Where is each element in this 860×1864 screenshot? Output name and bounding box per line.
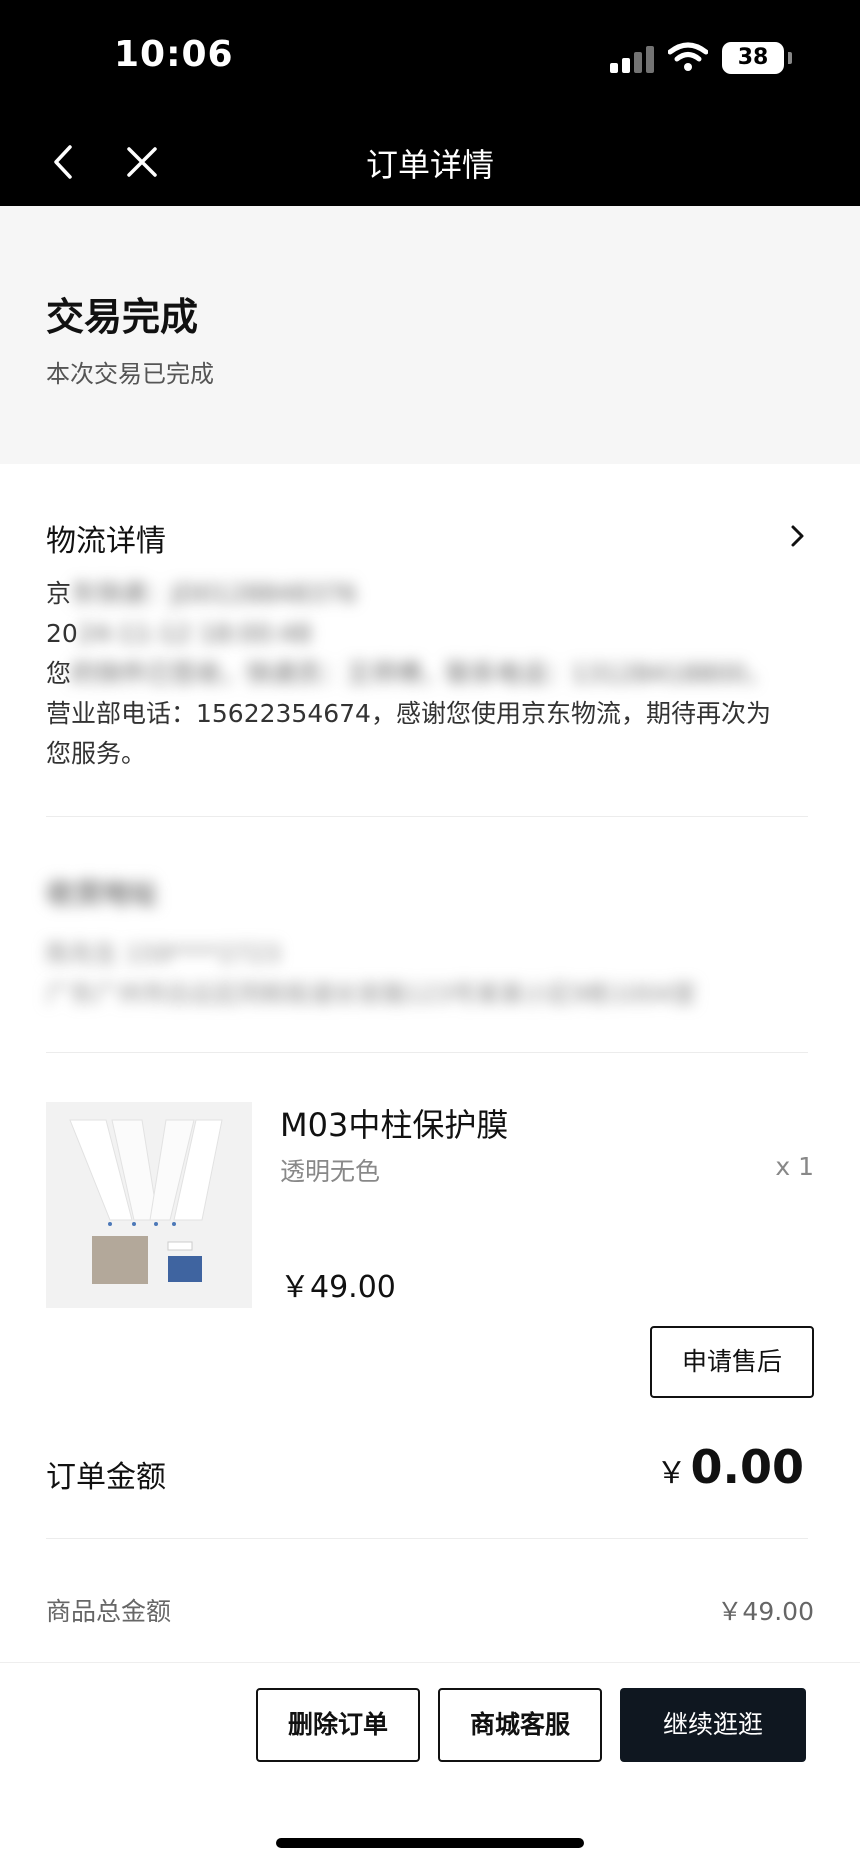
order-amount-number: 0.00 (690, 1440, 805, 1494)
order-amount-label: 订单金额 (46, 1460, 166, 1495)
order-status-subtitle: 本次交易已完成 (46, 360, 214, 388)
order-status-panel: 交易完成 本次交易已完成 (0, 206, 860, 464)
customer-service-button[interactable]: 商城客服 (438, 1688, 602, 1762)
status-time: 10:06 (114, 34, 234, 75)
order-status-title: 交易完成 (46, 295, 199, 339)
divider (46, 1538, 808, 1539)
product-quantity: x 1 (775, 1152, 814, 1181)
order-amount-value: ￥0.00 (657, 1440, 805, 1494)
address-detail: 广东广州市白云区同和街道长安路123号某某小区9栋1004室 (46, 980, 697, 1008)
logistics-line-5: 您服务。 (46, 739, 147, 768)
product-name[interactable]: M03中柱保护膜 (280, 1100, 508, 1146)
delete-order-button[interactable]: 删除订单 (256, 1688, 420, 1762)
logistics-line-3: 您的快件已签收，快递员：王师傅，联系电话：13128418800， (46, 659, 771, 688)
product-spec: 透明无色 (280, 1157, 381, 1186)
chevron-right-icon[interactable] (788, 524, 808, 548)
address-title: 收货地址 (46, 877, 159, 910)
goods-total-value: ￥49.00 (717, 1597, 814, 1626)
product-photo-illustration (46, 1102, 252, 1308)
goods-total-label: 商品总金额 (46, 1597, 172, 1626)
currency-symbol: ￥ (656, 1456, 687, 1491)
continue-shopping-button[interactable]: 继续逛逛 (620, 1688, 806, 1762)
battery-icon: 38 (722, 42, 784, 74)
home-indicator[interactable] (276, 1838, 584, 1848)
after-sale-button[interactable]: 申请售后 (650, 1326, 814, 1398)
address-contact: 陈先生 159****2723 (46, 940, 281, 968)
divider (46, 1052, 808, 1053)
logistics-line-4: 营业部电话：15622354674，感谢您使用京东物流，期待再次为 (46, 699, 771, 728)
action-bar-divider (0, 1662, 860, 1663)
logistics-title[interactable]: 物流详情 (46, 516, 166, 560)
logistics-line-1: 京东快递：JD0128848376 (46, 579, 357, 608)
wifi-icon (668, 42, 708, 71)
battery-tip (788, 52, 792, 64)
cellular-signal-icon (610, 45, 654, 73)
divider (46, 816, 808, 817)
product-price: ￥49.00 (280, 1270, 396, 1305)
page-title: 订单详情 (365, 146, 494, 184)
product-image[interactable] (46, 1102, 252, 1308)
logistics-line-2: 2024-11-12 18:00:48 (46, 619, 312, 648)
top-bar: 10:06 38 订单详情 (0, 0, 860, 206)
logistics-detail[interactable]: 京东快递：JD0128848376 2024-11-12 18:00:48 您的… (46, 574, 816, 774)
